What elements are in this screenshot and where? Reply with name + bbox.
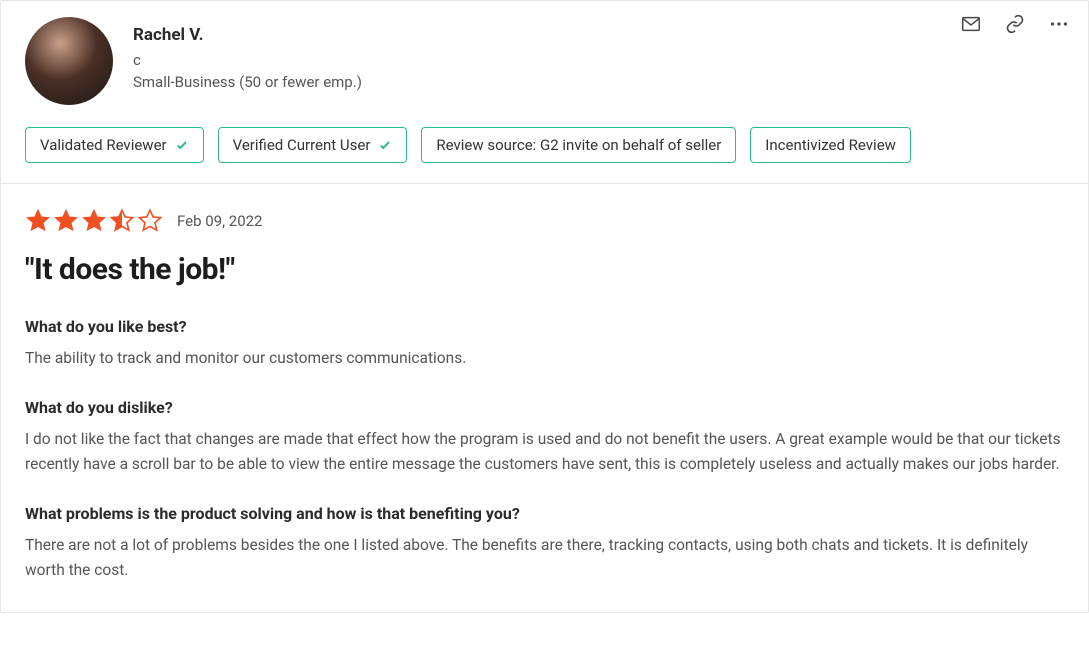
check-icon — [378, 138, 392, 152]
star-icon — [109, 208, 135, 234]
badge-verified-user[interactable]: Verified Current User — [218, 127, 408, 163]
question: What problems is the product solving and… — [25, 504, 1064, 523]
action-icons — [960, 13, 1070, 35]
badge-label: Validated Reviewer — [40, 136, 167, 154]
question: What do you like best? — [25, 317, 1064, 336]
review-title: "It does the job!" — [25, 252, 1064, 287]
star-icon — [25, 208, 51, 234]
badge-review-source[interactable]: Review source: G2 invite on behalf of se… — [421, 127, 736, 163]
answer: There are not a lot of problems besides … — [25, 533, 1064, 584]
check-icon — [175, 138, 189, 152]
badge-row: Validated Reviewer Verified Current User… — [25, 127, 1064, 163]
user-info: Rachel V. c Small-Business (50 or fewer … — [133, 17, 362, 91]
rating-row: Feb 09, 2022 — [25, 208, 1064, 234]
link-icon[interactable] — [1004, 13, 1026, 35]
answer: I do not like the fact that changes are … — [25, 427, 1064, 478]
badge-label: Incentivized Review — [765, 136, 896, 154]
review-header: Rachel V. c Small-Business (50 or fewer … — [1, 1, 1088, 184]
more-icon[interactable] — [1048, 13, 1070, 35]
question: What do you dislike? — [25, 398, 1064, 417]
badge-incentivized[interactable]: Incentivized Review — [750, 127, 911, 163]
email-icon[interactable] — [960, 13, 982, 35]
profile-row: Rachel V. c Small-Business (50 or fewer … — [25, 17, 1064, 105]
reviewer-company: Small-Business (50 or fewer emp.) — [133, 73, 362, 91]
star-icon — [81, 208, 107, 234]
star-icon — [137, 208, 163, 234]
badge-label: Verified Current User — [233, 136, 371, 154]
star-icon — [53, 208, 79, 234]
avatar[interactable] — [25, 17, 113, 105]
review-body: Feb 09, 2022 "It does the job!" What do … — [1, 184, 1088, 612]
review-date: Feb 09, 2022 — [177, 212, 263, 230]
review-card: Rachel V. c Small-Business (50 or fewer … — [0, 0, 1089, 613]
badge-validated-reviewer[interactable]: Validated Reviewer — [25, 127, 204, 163]
star-rating — [25, 208, 163, 234]
qa-section: What do you like best? The ability to tra… — [25, 317, 1064, 584]
reviewer-role: c — [133, 51, 362, 69]
badge-label: Review source: G2 invite on behalf of se… — [436, 136, 721, 154]
answer: The ability to track and monitor our cus… — [25, 346, 1064, 372]
reviewer-name[interactable]: Rachel V. — [133, 25, 362, 45]
